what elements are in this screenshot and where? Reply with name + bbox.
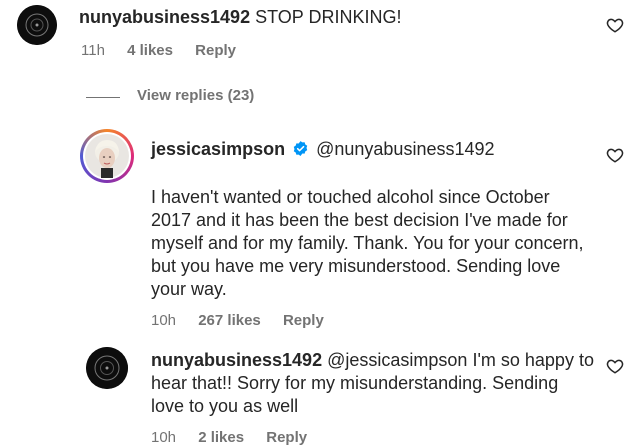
comment-text: STOP DRINKING!	[255, 7, 402, 27]
reply-text-line: I haven't wanted or touched alcohol sinc…	[151, 187, 550, 207]
replies-divider	[86, 97, 120, 98]
heart-icon[interactable]	[606, 357, 624, 375]
avatar-image	[86, 347, 128, 389]
verified-badge-icon	[293, 141, 308, 156]
reply-button[interactable]: Reply	[266, 429, 307, 446]
reply-likes[interactable]: 267 likes	[198, 312, 261, 329]
comment-time: 11h	[81, 42, 105, 59]
reply-time: 10h	[151, 429, 177, 446]
reply-meta: 10h 2 likes Reply	[151, 429, 325, 446]
reply-mention[interactable]: @jessicasimpson	[327, 350, 467, 370]
reply-text-line: myself and for my family. Thank. You for…	[151, 233, 584, 253]
view-replies-button[interactable]: View replies (23)	[137, 87, 254, 104]
avatar[interactable]	[17, 5, 57, 45]
avatar[interactable]	[86, 347, 128, 389]
avatar[interactable]	[83, 132, 131, 180]
reply-header: jessicasimpson @nunyabusiness1492	[151, 138, 495, 161]
reply-time: 10h	[151, 312, 177, 329]
reply-button[interactable]: Reply	[195, 42, 236, 59]
reply-mention[interactable]: @nunyabusiness1492	[316, 139, 494, 159]
heart-icon[interactable]	[606, 16, 624, 34]
avatar-image	[85, 134, 129, 178]
reply-meta: 10h 267 likes Reply	[151, 312, 342, 329]
reply-text: I haven't wanted or touched alcohol sinc…	[151, 186, 584, 301]
reply-text-line: love to you as well	[151, 396, 299, 416]
comment-likes[interactable]: 4 likes	[127, 42, 173, 59]
reply-username[interactable]: jessicasimpson	[151, 139, 285, 159]
comment-body: nunyabusiness1492 STOP DRINKING!	[79, 6, 401, 29]
reply-body: nunyabusiness1492 @jessicasimpson I'm so…	[151, 349, 594, 418]
heart-icon[interactable]	[606, 146, 624, 164]
reply-text-line: hear that!! Sorry for my misunderstandin…	[151, 373, 559, 393]
reply-likes[interactable]: 2 likes	[198, 429, 244, 446]
reply-username[interactable]: nunyabusiness1492	[151, 350, 322, 370]
reply-text-line: I'm so happy to	[472, 350, 594, 370]
comment-meta: 11h 4 likes Reply	[81, 42, 254, 59]
reply-button[interactable]: Reply	[283, 312, 324, 329]
reply-text-line: but you have me very misunderstood. Send…	[151, 256, 561, 276]
reply-text-line: 2017 and it has been the best decision I…	[151, 210, 568, 230]
avatar-image	[17, 5, 57, 45]
comment-username[interactable]: nunyabusiness1492	[79, 7, 250, 27]
reply-text-line: your way.	[151, 279, 227, 299]
